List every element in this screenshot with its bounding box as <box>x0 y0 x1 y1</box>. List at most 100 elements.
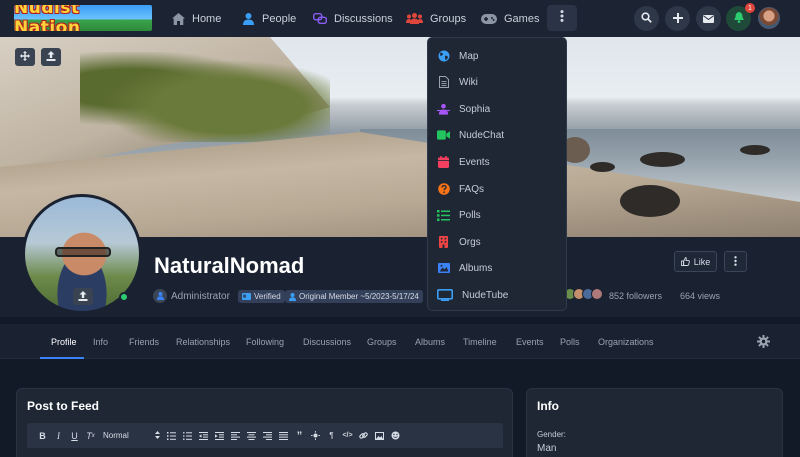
tab-albums[interactable]: Albums <box>415 324 445 359</box>
menu-item-label: Sophia <box>459 103 491 115</box>
tab-organizations[interactable]: Organizations <box>598 324 654 359</box>
create-button[interactable] <box>665 6 690 31</box>
tab-info[interactable]: Info <box>93 324 108 359</box>
cover-vegetation <box>80 52 330 142</box>
verified-badge: Verified <box>238 290 285 303</box>
menu-item-faqs[interactable]: FAQs <box>437 181 484 197</box>
post-to-feed-title: Post to Feed <box>27 399 100 413</box>
more-dropdown-menu: Map Wiki Sophia NudeChat Events FAQs Pol… <box>427 37 567 311</box>
tab-events[interactable]: Events <box>516 324 544 359</box>
tab-groups[interactable]: Groups <box>367 324 397 359</box>
italic-icon[interactable]: I <box>51 428 66 443</box>
profile-role: Administrator <box>153 289 230 303</box>
bell-icon <box>733 10 744 28</box>
site-logo[interactable]: Nudist Nation <box>14 5 152 31</box>
upload-cover-button[interactable] <box>41 48 61 66</box>
more-menu-button[interactable] <box>547 5 577 31</box>
nav-home[interactable]: Home <box>171 0 221 37</box>
menu-item-map[interactable]: Map <box>437 48 478 64</box>
reposition-cover-button[interactable] <box>15 48 35 66</box>
tab-following[interactable]: Following <box>246 324 284 359</box>
person-icon <box>289 292 296 301</box>
follower-avatars[interactable] <box>564 288 603 300</box>
video-icon <box>437 129 450 142</box>
tab-polls[interactable]: Polls <box>560 324 580 359</box>
text-style-select[interactable]: Normal <box>103 430 160 441</box>
notification-badge: 1 <box>745 3 755 13</box>
menu-item-sophia[interactable]: Sophia <box>437 101 490 117</box>
emoji-burst-icon[interactable] <box>308 428 323 443</box>
align-left-icon[interactable] <box>228 428 243 443</box>
cover-rock <box>620 185 680 217</box>
plus-icon <box>672 10 683 28</box>
menu-item-nudetube[interactable]: NudeTube <box>437 287 508 303</box>
text-style-value: Normal <box>103 431 129 440</box>
code-icon[interactable]: </> <box>340 428 355 443</box>
editor-toolbar: B I U Tx Normal ” ¶ </> <box>27 423 503 448</box>
logo-text: Nudist Nation <box>14 5 81 31</box>
bold-icon[interactable]: B <box>35 428 50 443</box>
link-icon[interactable] <box>356 428 371 443</box>
active-tab-indicator <box>40 357 84 359</box>
tab-timeline[interactable]: Timeline <box>463 324 497 359</box>
search-button[interactable] <box>634 6 659 31</box>
menu-item-albums[interactable]: Albums <box>437 260 492 276</box>
profile-options-button[interactable] <box>724 251 747 272</box>
ordered-list-icon[interactable] <box>164 428 179 443</box>
move-icon <box>20 48 30 66</box>
nav-people[interactable]: People <box>241 0 296 37</box>
image-icon <box>437 262 450 275</box>
menu-item-events[interactable]: Events <box>437 154 490 170</box>
profile-username: NaturalNomad <box>154 253 305 278</box>
info-card <box>526 388 783 457</box>
original-member-badge: Original Member ~5/2023-5/17/24 <box>285 290 423 303</box>
upload-avatar-button[interactable] <box>73 288 93 305</box>
ltr-direction-icon[interactable]: ¶ <box>324 428 339 443</box>
kebab-icon <box>560 9 564 27</box>
views-count: 664 views <box>680 291 721 301</box>
image-icon[interactable] <box>372 428 387 443</box>
gear-icon[interactable] <box>757 335 770 353</box>
align-center-icon[interactable] <box>244 428 259 443</box>
underline-icon[interactable]: U <box>67 428 82 443</box>
align-justify-icon[interactable] <box>276 428 291 443</box>
tab-profile[interactable]: Profile <box>51 324 77 359</box>
calendar-icon <box>437 156 450 169</box>
blockquote-icon[interactable]: ” <box>292 428 307 443</box>
menu-item-orgs[interactable]: Orgs <box>437 234 481 250</box>
gender-label: Gender: <box>537 430 566 439</box>
messages-button[interactable] <box>696 6 721 31</box>
bullet-list-icon[interactable] <box>180 428 195 443</box>
upload-icon <box>78 288 88 306</box>
question-icon <box>437 183 450 196</box>
cover-rock <box>740 145 770 155</box>
profile-tabs: Profile Info Friends Relationships Follo… <box>0 324 800 359</box>
nav-games[interactable]: Games <box>481 0 539 37</box>
search-icon <box>641 10 652 28</box>
nav-people-label: People <box>262 12 297 25</box>
like-button[interactable]: Like <box>674 251 717 272</box>
gamepad-icon <box>481 12 497 26</box>
id-card-icon <box>242 293 251 300</box>
menu-item-label: Orgs <box>459 236 481 248</box>
indent-icon[interactable] <box>212 428 227 443</box>
menu-item-polls[interactable]: Polls <box>437 207 481 223</box>
smiley-icon[interactable] <box>388 428 403 443</box>
avatar-sunglasses <box>55 247 111 257</box>
online-status-dot <box>119 292 129 302</box>
user-avatar-menu[interactable] <box>758 7 780 29</box>
outdent-icon[interactable] <box>196 428 211 443</box>
menu-item-label: Map <box>459 50 479 62</box>
menu-item-nudechat[interactable]: NudeChat <box>437 127 504 143</box>
nav-groups[interactable]: Groups <box>406 0 466 37</box>
menu-item-wiki[interactable]: Wiki <box>437 74 478 90</box>
tab-relationships[interactable]: Relationships <box>176 324 230 359</box>
clear-format-icon[interactable]: Tx <box>83 428 98 443</box>
followers-count[interactable]: 852 followers <box>609 291 662 301</box>
nav-discussions[interactable]: Discussions <box>313 0 393 37</box>
align-right-icon[interactable] <box>260 428 275 443</box>
tab-friends[interactable]: Friends <box>129 324 159 359</box>
robot-icon <box>437 103 450 116</box>
tab-discussions[interactable]: Discussions <box>303 324 351 359</box>
list-icon <box>437 209 450 222</box>
